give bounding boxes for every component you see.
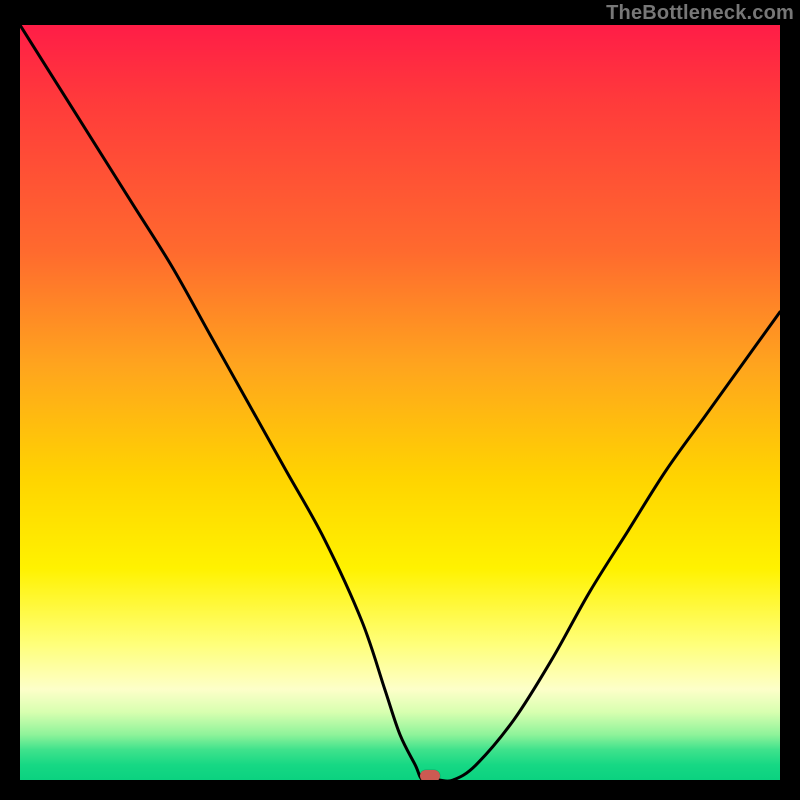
optimal-point-marker	[420, 770, 440, 780]
chart-frame: TheBottleneck.com	[0, 0, 800, 800]
plot-area	[20, 25, 780, 780]
bottleneck-curve	[20, 25, 780, 780]
watermark-text: TheBottleneck.com	[606, 2, 794, 25]
